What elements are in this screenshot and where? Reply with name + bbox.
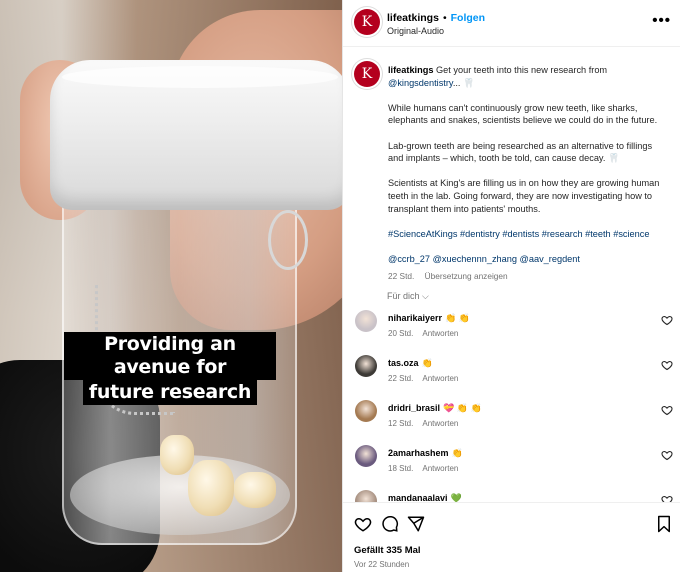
caption-intro: Get your teeth into this new research fr…: [436, 65, 608, 75]
caption-age: 22 Std.: [388, 270, 415, 281]
video-caption: Providing an avenue for future research: [64, 332, 276, 405]
post-media[interactable]: Providing an avenue for future research: [0, 0, 342, 572]
comment-text: 2amarhashem 👏: [388, 448, 463, 459]
audio-link[interactable]: Original-Audio: [387, 26, 444, 36]
post-actions: Gefällt 335 Mal Vor 22 Stunden: [343, 502, 680, 572]
caption-meta: 22 Std. Übersetzung anzeigen: [388, 270, 668, 283]
heart-icon[interactable]: [661, 494, 673, 502]
for-you-dropdown[interactable]: Für dich ⌵: [387, 291, 429, 302]
tooth: [234, 472, 276, 508]
comment-row: niharikaiyerr 👏 👏 20 Std. Antworten: [343, 310, 680, 350]
reply-button[interactable]: Antworten: [422, 374, 458, 383]
tooth: [188, 460, 234, 516]
caption-paragraph: While humans can't continuously grow new…: [388, 102, 658, 126]
caption-username[interactable]: lifeatkings: [388, 65, 433, 75]
comment-username[interactable]: tas.oza: [388, 358, 419, 368]
ring: [268, 210, 308, 270]
comment-age: 12 Std.: [388, 419, 414, 428]
follow-button[interactable]: Folgen: [451, 12, 485, 24]
mention-link[interactable]: @kingsdentistry: [388, 78, 453, 88]
commenter-avatar[interactable]: [355, 400, 377, 422]
comment-emoji: 💚: [450, 493, 462, 502]
post-panel: K lifeatkings • Folgen Original-Audio ••• …: [342, 0, 680, 572]
heart-icon[interactable]: [661, 404, 673, 416]
separator: •: [442, 12, 447, 24]
heart-icon[interactable]: [661, 449, 673, 461]
comment-text: tas.oza 👏: [388, 358, 433, 369]
commenter-avatar[interactable]: [355, 355, 377, 377]
comment-row: 2amarhashem 👏 18 Std. Antworten: [343, 445, 680, 485]
comment-username[interactable]: dridri_brasil: [388, 403, 440, 413]
caption-paragraph: Lab-grown teeth are being researched as …: [388, 140, 653, 164]
comment-username[interactable]: 2amarhashem: [388, 448, 449, 458]
heart-icon[interactable]: [354, 515, 372, 533]
comment-emoji: 👏: [451, 448, 463, 458]
comment-emoji: 👏 👏: [445, 313, 470, 323]
more-options-icon[interactable]: •••: [652, 12, 671, 29]
post-age: Vor 22 Stunden: [354, 560, 410, 569]
comment-text: niharikaiyerr 👏 👏: [388, 313, 470, 324]
reply-button[interactable]: Antworten: [422, 419, 458, 428]
comment-row: tas.oza 👏 22 Std. Antworten: [343, 355, 680, 395]
mentions[interactable]: @ccrb_27 @xuechennn_zhang @aav_regdent: [388, 253, 668, 266]
share-icon[interactable]: [407, 515, 425, 533]
comment-meta: 18 Std. Antworten: [388, 464, 458, 473]
profile-avatar[interactable]: K: [354, 9, 380, 35]
caption-line: Providing an avenue for: [64, 332, 276, 380]
caption-avatar[interactable]: K: [354, 61, 380, 87]
jar-lid-rim: [62, 66, 338, 88]
caption-line: future research: [82, 380, 258, 405]
comment-age: 22 Std.: [388, 374, 414, 383]
comment-meta: 20 Std. Antworten: [388, 329, 458, 338]
comment-row: dridri_brasil 💝 👏 👏 12 Std. Antworten: [343, 400, 680, 440]
comment-username[interactable]: niharikaiyerr: [388, 313, 442, 323]
caption-paragraph: Scientists at King's are filling us in o…: [388, 178, 660, 214]
comment-age: 20 Std.: [388, 329, 414, 338]
tooth: [160, 435, 194, 475]
translate-button[interactable]: Übersetzung anzeigen: [425, 271, 508, 281]
comment-emoji: 👏: [421, 358, 433, 368]
heart-icon[interactable]: [661, 314, 673, 326]
comment-meta: 22 Std. Antworten: [388, 374, 458, 383]
comments-scroll[interactable]: K lifeatkings Get your teeth into this n…: [343, 48, 680, 502]
comment-row: mandanaalavi 💚: [343, 490, 680, 502]
header-user: lifeatkings • Folgen: [387, 12, 485, 24]
hashtags[interactable]: #ScienceAtKings #dentistry #dentists #re…: [388, 228, 668, 241]
comment-meta: 12 Std. Antworten: [388, 419, 458, 428]
caption-text: lifeatkings Get your teeth into this new…: [388, 64, 668, 282]
likes-count[interactable]: Gefällt 335 Mal: [354, 545, 421, 556]
commenter-avatar[interactable]: [355, 310, 377, 332]
comment-username[interactable]: mandanaalavi: [388, 493, 448, 502]
comment-text: dridri_brasil 💝 👏 👏: [388, 403, 482, 414]
reply-button[interactable]: Antworten: [422, 329, 458, 338]
bookmark-icon[interactable]: [655, 515, 673, 533]
commenter-avatar[interactable]: [355, 490, 377, 502]
comment-text: mandanaalavi 💚: [388, 493, 462, 502]
comment-icon[interactable]: [381, 515, 399, 533]
commenter-avatar[interactable]: [355, 445, 377, 467]
reply-button[interactable]: Antworten: [422, 464, 458, 473]
username-link[interactable]: lifeatkings: [387, 12, 439, 24]
heart-icon[interactable]: [661, 359, 673, 371]
comment-age: 18 Std.: [388, 464, 414, 473]
comment-emoji: 💝 👏 👏: [443, 403, 482, 413]
post-header: K lifeatkings • Folgen Original-Audio •••: [343, 0, 680, 47]
caption-intro-tail: ... 🦷: [452, 77, 475, 88]
